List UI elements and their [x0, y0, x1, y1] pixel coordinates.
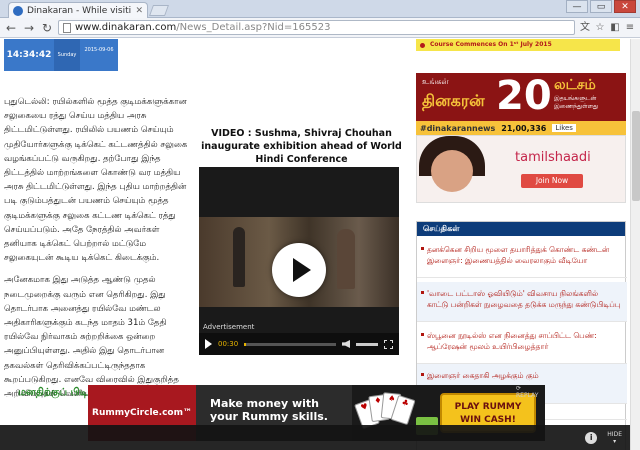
- hide-label: HIDE: [607, 430, 622, 438]
- fullscreen-icon[interactable]: [384, 339, 393, 349]
- window-controls: — ▭ ✕: [566, 0, 636, 13]
- play-button[interactable]: [272, 243, 326, 297]
- play-icon: [292, 258, 311, 282]
- reload-icon[interactable]: ↻: [40, 21, 54, 35]
- tab-title: Dinakaran - While visiting: [27, 5, 132, 16]
- bookmark-star-icon[interactable]: ☆: [594, 22, 606, 34]
- address-bar[interactable]: www.dinakaran.com/News_Detail.asp?Nid=16…: [58, 20, 575, 35]
- article-body: புதுடெல்லி: ரயில்களில் மூத்த குடிமக்களுக…: [4, 95, 192, 409]
- browser-tab[interactable]: Dinakaran - While visiting ✕: [8, 2, 148, 18]
- video-progress-bar[interactable]: [244, 342, 336, 346]
- video-progress-fill: [244, 342, 247, 346]
- url-path: /News_Detail.asp?Nid=165523: [176, 22, 331, 33]
- rummy-line-2: your Rummy skills.: [210, 410, 328, 423]
- article-date: 2015-09-06: [80, 39, 118, 71]
- menu-icon[interactable]: ≡: [624, 22, 636, 34]
- tamilshaadi-logo: tamilshaadi: [515, 150, 591, 165]
- page-icon: [63, 22, 71, 33]
- replay-button[interactable]: ⟳ REPLAY: [516, 385, 545, 399]
- forward-arrow-icon[interactable]: →: [22, 21, 36, 35]
- news-item[interactable]: ஸ்பூனை நூடில்ஸ் என நினைத்து சாப்பிட்ட பெ…: [417, 324, 627, 364]
- article-time: 14:34:42: [4, 39, 54, 71]
- video-controls: 00:30: [199, 333, 399, 355]
- banner-lakh: லட்சம்: [554, 77, 596, 93]
- news-item[interactable]: தனக்கென சிறிய மூளை தயாரித்துக் கொண்ட கண்…: [417, 238, 627, 278]
- rummy-line-1: Make money with: [210, 397, 320, 410]
- model-face: [431, 150, 473, 192]
- scrollbar-thumb[interactable]: [632, 111, 640, 201]
- advertisement-label: Advertisement: [203, 323, 255, 331]
- banner-subtext: இதயங்களுடன் இணைந்துள்ளது: [554, 95, 599, 110]
- article-paragraph: புதுடெல்லி: ரயில்களில் மூத்த குடிமக்களுக…: [4, 97, 188, 264]
- rummy-brand: RummyCircle.com™: [92, 408, 192, 418]
- toolbar-icons: 文 ☆ ◧ ≡: [579, 22, 636, 34]
- banner-top-text: உங்கள்: [422, 77, 449, 86]
- volume-slider[interactable]: [356, 342, 378, 346]
- article-paragraph: அனேகமாக இது அடுத்த ஆண்டு முதல் நடைமுறைக்…: [4, 275, 179, 400]
- ad-info-icon[interactable]: i: [585, 431, 598, 444]
- join-now-button[interactable]: Join Now: [521, 174, 583, 188]
- browser-toolbar: ← → ↻ www.dinakaran.com/News_Detail.asp?…: [0, 18, 640, 38]
- hide-ad-button[interactable]: HIDE ▾: [607, 431, 622, 445]
- video-person: [337, 229, 355, 289]
- minimize-button[interactable]: —: [566, 0, 588, 13]
- url-host: www.dinakaran.com: [75, 22, 177, 33]
- new-tab-button[interactable]: [148, 5, 170, 16]
- facebook-likes-bar: #dinakarannews 21,00,336 Likes: [416, 121, 626, 135]
- banner-big-number: 20: [496, 73, 552, 119]
- tamilshaadi-ad[interactable]: tamilshaadi Join Now: [416, 135, 626, 203]
- hashtag: #dinakarannews: [420, 123, 496, 133]
- datetime-badge: 14:34:42 Sunday 2015-09-06: [4, 39, 118, 71]
- play-small-icon[interactable]: [205, 339, 212, 349]
- volume-icon[interactable]: [342, 340, 350, 348]
- translate-icon[interactable]: 文: [579, 22, 591, 34]
- back-arrow-icon[interactable]: ←: [4, 21, 18, 35]
- banner-brand: தினகரன்: [422, 91, 485, 110]
- browser-tabstrip: Dinakaran - While visiting ✕ — ▭ ✕: [0, 0, 640, 18]
- tab-close-icon[interactable]: ✕: [135, 6, 143, 16]
- related-heading[interactable]: மனதிற்குப் பிடி: [18, 387, 88, 399]
- maximize-button[interactable]: ▭: [590, 0, 612, 13]
- course-banner[interactable]: Course Commences On 1ˢᵗ July 2015: [416, 39, 620, 51]
- page-scrollbar[interactable]: [630, 39, 640, 450]
- play-rummy-line-1: PLAY RUMMY: [454, 402, 522, 412]
- extension-icon[interactable]: ◧: [609, 22, 621, 34]
- close-window-button[interactable]: ✕: [614, 0, 636, 13]
- article-day: Sunday: [54, 39, 80, 71]
- url-text: www.dinakaran.com/News_Detail.asp?Nid=16…: [75, 22, 330, 33]
- ad-overlay-bar: i HIDE ▾: [0, 425, 630, 450]
- video-person: [233, 227, 245, 287]
- video-current-time: 00:30: [218, 340, 239, 348]
- video-title[interactable]: VIDEO : Sushma, Shivraj Chouhan inaugura…: [199, 127, 404, 166]
- video-player[interactable]: Advertisement 00:30: [199, 167, 399, 355]
- news-item[interactable]: 'வாடை பட்டாஸ் ஓவியிடும்' விவசாய நிலங்களி…: [417, 282, 627, 322]
- news-box-header: செய்திகள்: [417, 222, 625, 236]
- likes-label: Likes: [552, 124, 576, 132]
- dinakaran-favicon-icon: [13, 5, 23, 16]
- page-viewport: 14:34:42 Sunday 2015-09-06 புதுடெல்லி: ர…: [0, 39, 630, 450]
- likes-count: 21,00,336: [501, 123, 547, 133]
